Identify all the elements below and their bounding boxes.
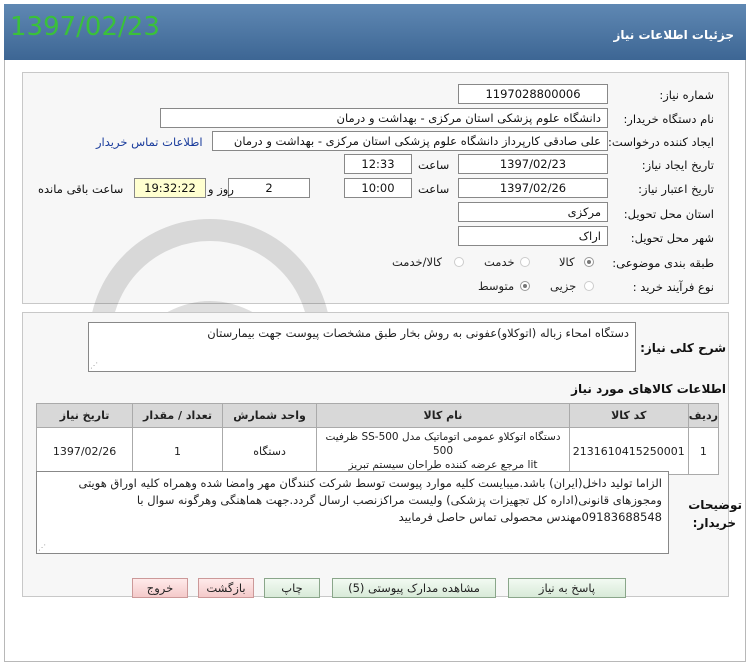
created-date-field: 1397/02/23 bbox=[458, 154, 608, 174]
goods-section-title: اطلاعات کالاهای مورد نیاز bbox=[571, 382, 726, 396]
table-row: 1397/02/26 1 دستگاه دستگاه اتوکلاو عمومی… bbox=[35, 427, 720, 475]
process-radio-medium[interactable] bbox=[520, 281, 530, 291]
days-label: روز و bbox=[208, 182, 234, 196]
resize-handle-icon[interactable]: ⋰ bbox=[38, 543, 46, 552]
buyer-notes-line2: ومجوزهای قانونی(اداره کل تجهیزات پزشکی) … bbox=[136, 493, 662, 507]
category-radio-both[interactable] bbox=[454, 257, 464, 267]
province-label: استان محل تحویل: bbox=[623, 207, 714, 221]
category-label: طبقه بندی موضوعی: bbox=[612, 256, 714, 270]
category-option-both: کالا/خدمت bbox=[392, 255, 443, 269]
category-radio-service[interactable] bbox=[520, 257, 530, 267]
date-overlay: 1397/02/23 bbox=[10, 12, 160, 42]
buyer-org-label: نام دستگاه خریدار: bbox=[623, 112, 714, 126]
view-attachments-button[interactable]: مشاهده مدارک پیوستی (5) bbox=[332, 578, 496, 598]
process-radio-minor[interactable] bbox=[584, 281, 594, 291]
remaining-label: ساعت باقی مانده bbox=[38, 182, 124, 196]
exit-button[interactable]: خروج bbox=[132, 578, 188, 598]
col-goods-name: نام کالا bbox=[316, 403, 570, 428]
respond-button[interactable]: پاسخ به نیاز bbox=[508, 578, 626, 598]
process-option-medium: متوسط bbox=[478, 279, 515, 293]
buyer-org-field: دانشگاه علوم پزشکی استان مرکزی - بهداشت … bbox=[160, 108, 608, 128]
valid-time-field: 10:00 bbox=[344, 178, 412, 198]
col-quantity: تعداد / مقدار bbox=[132, 403, 223, 428]
goods-table-header: تاریخ نیاز تعداد / مقدار واحد شمارش نام … bbox=[35, 403, 720, 428]
cell-quantity: 1 bbox=[132, 427, 223, 475]
created-time-field: 12:33 bbox=[344, 154, 412, 174]
created-date-label: تاریخ ایجاد نیاز: bbox=[641, 158, 714, 172]
category-option-service: خدمت bbox=[484, 255, 515, 269]
remaining-time-field: 19:32:22 bbox=[134, 178, 206, 198]
col-unit: واحد شمارش bbox=[221, 403, 318, 428]
process-option-minor: جزیی bbox=[550, 279, 577, 293]
buyer-notes-line3: 09183688548مهندس محصولی تماس حاصل فرمایی… bbox=[398, 510, 662, 524]
process-label: نوع فرآیند خرید : bbox=[632, 280, 714, 294]
days-remaining-field: 2 bbox=[228, 178, 310, 198]
cell-unit: دستگاه bbox=[221, 427, 318, 475]
buyer-notes-label-1: توضیحات bbox=[688, 498, 742, 512]
buyer-notes-field: الزاما تولید داخل(ایران) باشد.میبایست کل… bbox=[36, 471, 669, 554]
col-row: ردیف bbox=[687, 403, 720, 428]
cell-goods-code: 2131610415250001 bbox=[568, 427, 689, 475]
resize-handle-icon[interactable]: ⋰ bbox=[90, 361, 98, 370]
buyer-notes-label-2: خریدار: bbox=[692, 516, 736, 530]
city-label: شهر محل تحویل: bbox=[630, 231, 714, 245]
valid-date-field: 1397/02/26 bbox=[458, 178, 608, 198]
need-number-label: شماره نیاز: bbox=[659, 88, 714, 102]
requester-field: علی صادقی کارپرداز دانشگاه علوم پزشکی اس… bbox=[212, 131, 608, 151]
goods-table: تاریخ نیاز تعداد / مقدار واحد شمارش نام … bbox=[35, 403, 720, 475]
requester-label: ایجاد کننده درخواست: bbox=[608, 135, 714, 149]
buyer-contact-link[interactable]: اطلاعات تماس خریدار bbox=[96, 135, 203, 149]
back-button[interactable]: بازگشت bbox=[198, 578, 254, 598]
valid-time-label: ساعت bbox=[418, 182, 450, 196]
category-radio-goods[interactable] bbox=[584, 257, 594, 267]
province-field: مرکزی bbox=[458, 202, 608, 222]
city-field: اراک bbox=[458, 226, 608, 246]
cell-need-date: 1397/02/26 bbox=[35, 427, 134, 475]
category-option-goods: کالا bbox=[559, 255, 575, 269]
valid-date-label: تاریخ اعتبار نیاز: bbox=[638, 182, 714, 196]
description-field: دستگاه امحاء زباله (اتوکلاو)عفونی به روش… bbox=[88, 322, 636, 372]
goods-name-line1: دستگاه اتوکلاو عمومی اتوماتیک مدل SS-500… bbox=[325, 431, 561, 457]
description-label: شرح کلی نیاز: bbox=[640, 341, 726, 355]
col-goods-code: کد کالا bbox=[568, 403, 689, 428]
created-time-label: ساعت bbox=[418, 158, 450, 172]
buyer-notes-line1: الزاما تولید داخل(ایران) باشد.میبایست کل… bbox=[78, 476, 663, 490]
col-need-date: تاریخ نیاز bbox=[35, 403, 134, 428]
print-button[interactable]: چاپ bbox=[264, 578, 320, 598]
cell-goods-name: دستگاه اتوکلاو عمومی اتوماتیک مدل SS-500… bbox=[316, 427, 570, 475]
need-number-field: 1197028800006 bbox=[458, 84, 608, 104]
page-title: جزئیات اطلاعات نیاز bbox=[613, 28, 734, 42]
cell-row: 1 bbox=[687, 427, 720, 475]
goods-name-line2: lit مرجع عرضه کننده طراحان سیستم تبریز bbox=[348, 459, 538, 471]
